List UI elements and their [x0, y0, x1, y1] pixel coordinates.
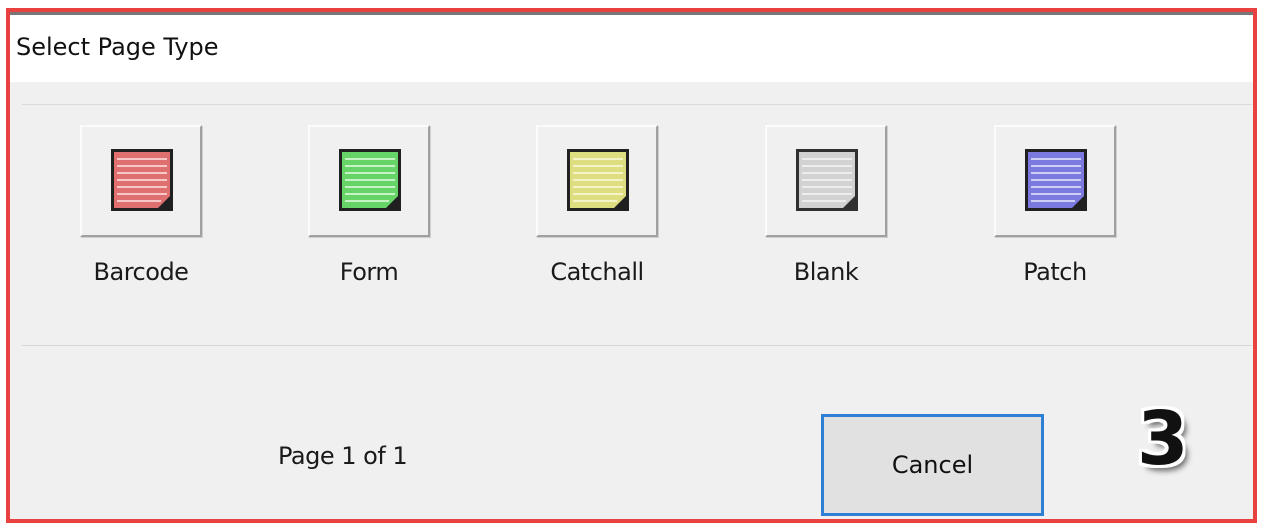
barcode-page-icon — [111, 149, 173, 211]
patch-label: Patch — [1023, 258, 1087, 286]
barcode-label: Barcode — [93, 258, 189, 286]
catchall-page-icon — [567, 149, 629, 211]
title-bar: Select Page Type — [10, 12, 1253, 82]
blank-label: Blank — [793, 258, 859, 286]
blank-page-icon — [796, 149, 858, 211]
dialog-window: Select Page Type Barcode Form Catchall B… — [6, 8, 1257, 523]
patch-page-icon — [1025, 149, 1087, 211]
page-indicator: Page 1 of 1 — [278, 442, 408, 470]
barcode-button[interactable] — [80, 125, 202, 237]
blank-button[interactable] — [765, 125, 887, 237]
form-label: Form — [339, 258, 399, 286]
patch-button[interactable] — [994, 125, 1116, 237]
step-number-badge: 3 — [1137, 396, 1189, 482]
catchall-label: Catchall — [550, 258, 644, 286]
cancel-button[interactable]: Cancel — [821, 414, 1044, 516]
form-button[interactable] — [308, 125, 430, 237]
catchall-button[interactable] — [536, 125, 658, 237]
dialog-title: Select Page Type — [16, 33, 219, 61]
form-page-icon — [339, 149, 401, 211]
